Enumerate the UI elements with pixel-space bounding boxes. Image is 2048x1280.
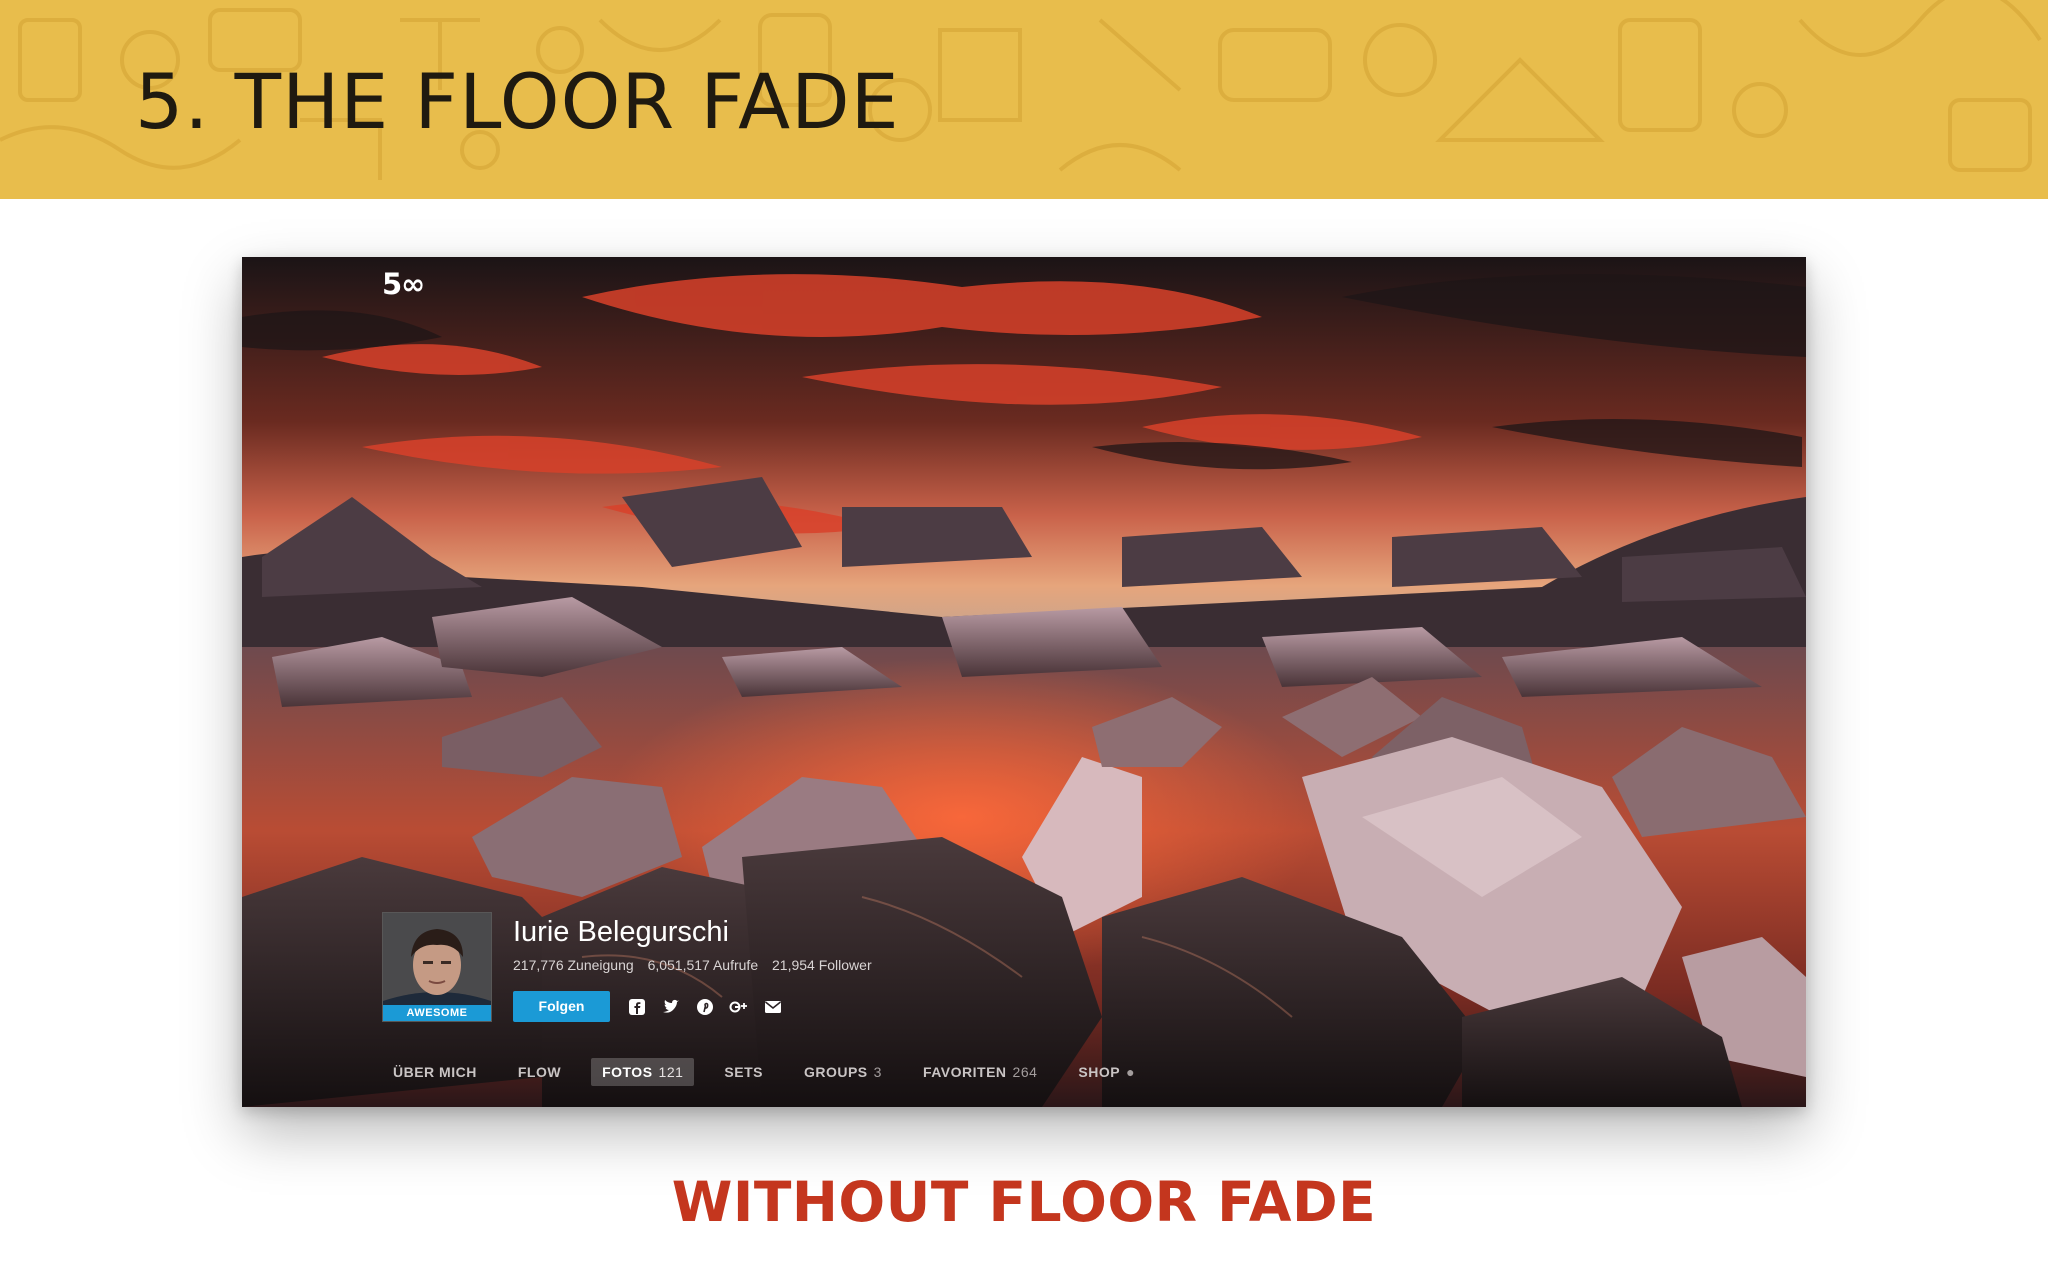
profile-header: AWESOME Iurie Belegurschi 217,776 Zuneig…: [382, 912, 982, 1042]
tab-label: SHOP: [1078, 1064, 1121, 1080]
tab-label: GROUPS: [803, 1064, 868, 1080]
tab-label: ÜBER MICH: [393, 1064, 477, 1080]
tab-count: 121: [658, 1064, 684, 1080]
tab-flow[interactable]: FLOW: [507, 1058, 572, 1086]
tab-shop[interactable]: SHOP ●: [1067, 1058, 1146, 1086]
profile-tabs: ÜBER MICH FLOW FOTOS 121 SETS GROUPS 3 FAV…: [382, 1057, 1165, 1087]
follower-count: 21,954 Follower: [772, 957, 872, 973]
facebook-icon[interactable]: [625, 996, 649, 1018]
awesome-badge: AWESOME: [383, 1005, 491, 1021]
app-logo[interactable]: 5∞: [382, 267, 425, 301]
tab-label: SETS: [724, 1064, 763, 1080]
follow-button[interactable]: Folgen: [513, 991, 610, 1022]
pinterest-icon[interactable]: [693, 996, 717, 1018]
tab-count: ●: [1126, 1064, 1136, 1080]
tab-groups[interactable]: GROUPS 3: [793, 1058, 893, 1086]
tab-photos[interactable]: FOTOS 121: [591, 1058, 695, 1086]
profile-name: Iurie Belegurschi: [513, 916, 729, 948]
page-title: 5. THE FLOOR FADE: [135, 57, 900, 146]
views-count: 6,051,517 Aufrufe: [647, 957, 759, 973]
tab-sets[interactable]: SETS: [713, 1058, 774, 1086]
example-screenshot: 5∞ AWESOME Iurie Belegurschi 217,776 Zun…: [242, 257, 1806, 1107]
avatar[interactable]: AWESOME: [382, 912, 492, 1022]
tab-count: 264: [1012, 1064, 1038, 1080]
social-links: [625, 996, 785, 1018]
twitter-icon[interactable]: [659, 996, 683, 1018]
profile-stats: 217,776 Zuneigung 6,051,517 Aufrufe 21,9…: [513, 957, 882, 973]
mail-icon[interactable]: [761, 996, 785, 1018]
tab-label: FAVORITEN: [922, 1064, 1007, 1080]
google-plus-icon[interactable]: [727, 996, 751, 1018]
tab-count: 3: [873, 1064, 882, 1080]
affection-count: 217,776 Zuneigung: [513, 957, 634, 973]
header-banner: 5. THE FLOOR FADE: [0, 0, 2048, 199]
tab-label: FLOW: [517, 1064, 562, 1080]
tab-label: FOTOS: [602, 1064, 653, 1080]
tab-about[interactable]: ÜBER MICH: [382, 1058, 488, 1086]
caption: WITHOUT FLOOR FADE: [671, 1170, 1377, 1234]
tab-favorites[interactable]: FAVORITEN 264: [912, 1058, 1048, 1086]
